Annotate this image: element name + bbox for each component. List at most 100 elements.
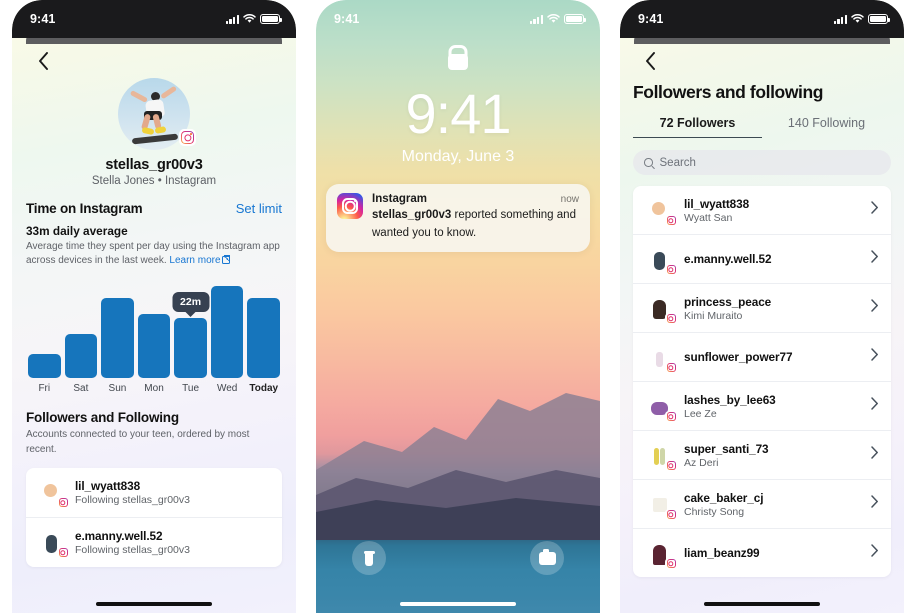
flashlight-icon[interactable] (352, 541, 386, 575)
status-bar: 9:41 (620, 0, 904, 38)
tab-followers[interactable]: 72 Followers (633, 116, 762, 138)
chart-bar-today[interactable] (247, 278, 281, 379)
bar (101, 298, 134, 379)
bar (64, 334, 98, 379)
list-item-texts: lil_wyatt838 Following stellas_gr00v3 (75, 479, 190, 506)
list-item[interactable]: e.manny.well.52 Following stellas_gr00v3 (26, 518, 282, 567)
list-item-texts: princess_peace Kimi Muraito (684, 295, 861, 322)
phone-panel-lockscreen: 9:41 9:41 Monday, June 3 Instagram now s… (316, 0, 600, 613)
status-bar: 9:41 (316, 0, 600, 38)
learn-more-link[interactable]: Learn more (169, 255, 220, 266)
instagram-badge-icon (665, 557, 677, 570)
notification-timestamp: now (560, 194, 579, 205)
back-chevron-icon[interactable] (28, 46, 58, 76)
status-bar: 9:41 (12, 0, 296, 38)
chevron-right-icon (871, 348, 879, 366)
instagram-badge-icon (665, 361, 677, 374)
search-icon (644, 158, 653, 167)
list-item[interactable]: liam_beanz99 (633, 529, 891, 577)
instagram-badge-icon (665, 263, 677, 276)
list-item-subtitle: Lee Ze (684, 407, 717, 420)
time-on-instagram-bar-chart: 22m (26, 278, 282, 379)
battery-icon (868, 14, 890, 24)
list-item-texts: liam_beanz99 (684, 546, 861, 560)
followers-section-title: Followers and Following (26, 410, 179, 426)
search-input[interactable]: Search (633, 150, 891, 175)
list-item-texts: e.manny.well.52 Following stellas_gr00v3 (75, 529, 190, 556)
instagram-app-icon (337, 193, 363, 219)
list-item[interactable]: lashes_by_lee63 Lee Ze (633, 382, 891, 431)
chart-bar-sun[interactable] (101, 278, 134, 379)
list-item-texts: e.manny.well.52 (684, 252, 861, 266)
bar (174, 318, 207, 379)
list-item[interactable]: princess_peace Kimi Muraito (633, 284, 891, 333)
chart-x-label-sun: Sun (108, 383, 127, 395)
chart-bar-sat[interactable] (64, 278, 98, 379)
bar (210, 286, 244, 379)
list-item-username: lashes_by_lee63 (684, 392, 776, 407)
list-item[interactable]: lil_wyatt838 Wyatt San (633, 186, 891, 235)
list-item[interactable]: e.manny.well.52 (633, 235, 891, 284)
panel1-screen: 9:41 stellas_gr00v3 Stella Jones • Insta… (12, 0, 296, 613)
followers-card: lil_wyatt838 Following stellas_gr00v3 e.ma… (26, 467, 282, 567)
home-indicator (96, 601, 212, 606)
list-item[interactable]: lil_wyatt838 Following stellas_gr00v3 (26, 468, 282, 518)
instagram-badge-icon (665, 508, 677, 521)
phone-panel-supervision: 9:41 stellas_gr00v3 Stella Jones • Insta… (12, 0, 296, 613)
chart-x-label-fri: Fri (38, 383, 51, 395)
panel3-content: Followers and following 72 Followers 140 … (620, 46, 904, 577)
cellular-bars-icon (833, 14, 847, 24)
instagram-badge-icon (665, 459, 677, 472)
chart-bar-fri[interactable] (28, 278, 61, 379)
avatar (645, 441, 677, 472)
avatar (645, 392, 677, 423)
profile-subline: Stella Jones • Instagram (91, 175, 217, 187)
status-bar-indicators (529, 14, 586, 24)
battery-icon (260, 14, 282, 24)
chevron-right-icon (871, 446, 879, 464)
status-bar-time: 9:41 (334, 12, 360, 26)
chart-x-axis-labels: Fri Sat Sun Mon Tue Wed Today (26, 383, 282, 394)
back-chevron-icon[interactable] (635, 46, 665, 76)
lockscreen-date: Monday, June 3 (401, 148, 515, 165)
tab-following[interactable]: 140 Following (762, 116, 891, 138)
camera-icon[interactable] (530, 541, 564, 575)
list-item-username: princess_peace (684, 294, 772, 309)
list-item[interactable]: cake_baker_cj Christy Song (633, 480, 891, 529)
notification-header: Instagram now (372, 193, 579, 205)
chart-x-label-wed: Wed (216, 383, 238, 395)
list-item-texts: super_santi_73 Az Deri (684, 442, 861, 469)
status-bar-indicators (225, 14, 282, 24)
notification-content: Instagram now stellas_gr00v3 reported so… (372, 193, 579, 241)
followers-section-description: Accounts connected to your teen, ordered… (26, 429, 250, 455)
cellular-bars-icon (225, 14, 239, 24)
list-item-username: e.manny.well.52 (684, 252, 772, 266)
list-item-texts: lashes_by_lee63 Lee Ze (684, 393, 861, 420)
status-bar-time: 9:41 (638, 12, 664, 26)
description-text: Average time they spent per day using th… (26, 241, 280, 267)
wifi-icon (547, 14, 560, 23)
external-link-icon (221, 255, 230, 265)
bar (247, 298, 281, 379)
chevron-right-icon (871, 544, 879, 562)
notification-banner[interactable]: Instagram now stellas_gr00v3 reported so… (326, 184, 590, 253)
notification-app-name: Instagram (372, 193, 427, 205)
chart-bar-mon[interactable] (137, 278, 171, 379)
list-item-username: sunflower_power77 (684, 350, 793, 364)
chevron-right-icon (871, 397, 879, 415)
list-item-username: lil_wyatt838 (684, 196, 750, 211)
instagram-badge-icon (57, 546, 69, 559)
list-item[interactable]: super_santi_73 Az Deri (633, 431, 891, 480)
avatar (37, 478, 69, 509)
list-item[interactable]: sunflower_power77 (633, 333, 891, 382)
lockscreen-clock: 9:41 (405, 82, 512, 145)
home-indicator (704, 601, 820, 606)
avatar (37, 528, 69, 559)
chevron-right-icon (871, 201, 879, 219)
list-item-username: liam_beanz99 (684, 546, 760, 560)
chart-bar-wed[interactable] (210, 278, 244, 379)
set-limit-link[interactable]: Set limit (236, 201, 282, 216)
list-item-subtitle: Following stellas_gr00v3 (75, 493, 190, 506)
cellular-bars-icon (529, 14, 543, 24)
status-bar-indicators (833, 14, 890, 24)
